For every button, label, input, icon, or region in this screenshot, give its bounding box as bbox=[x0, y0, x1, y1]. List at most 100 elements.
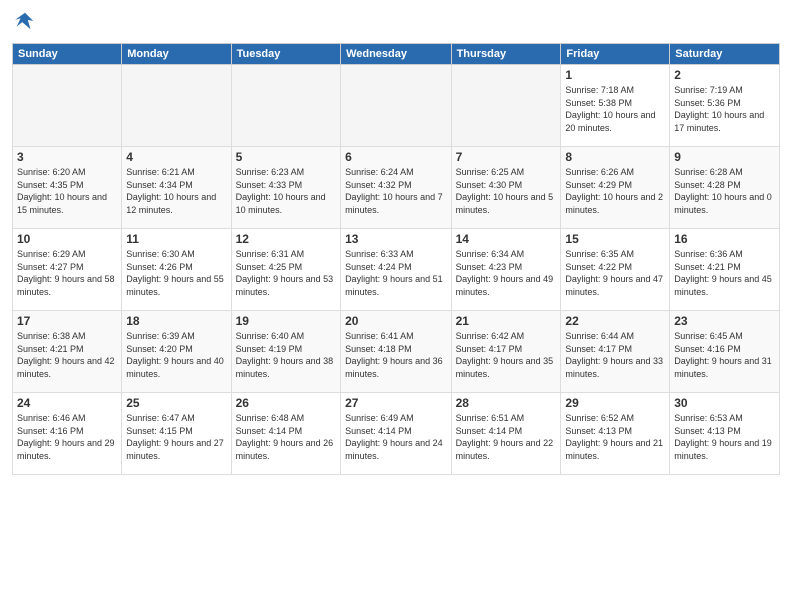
day-info: Sunrise: 6:29 AM Sunset: 4:27 PM Dayligh… bbox=[17, 248, 117, 298]
calendar-cell: 9 Sunrise: 6:28 AM Sunset: 4:28 PM Daylig… bbox=[670, 147, 780, 229]
day-info: Sunrise: 6:21 AM Sunset: 4:34 PM Dayligh… bbox=[126, 166, 226, 216]
calendar-cell: 6 Sunrise: 6:24 AM Sunset: 4:32 PM Daylig… bbox=[341, 147, 452, 229]
day-number: 15 bbox=[565, 232, 665, 246]
calendar-cell: 16 Sunrise: 6:36 AM Sunset: 4:21 PM Dayli… bbox=[670, 229, 780, 311]
day-number: 4 bbox=[126, 150, 226, 164]
calendar-cell: 4 Sunrise: 6:21 AM Sunset: 4:34 PM Daylig… bbox=[122, 147, 231, 229]
day-info: Sunrise: 6:52 AM Sunset: 4:13 PM Dayligh… bbox=[565, 412, 665, 462]
calendar-cell: 2 Sunrise: 7:19 AM Sunset: 5:36 PM Daylig… bbox=[670, 65, 780, 147]
day-number: 13 bbox=[345, 232, 447, 246]
weekday-header: Thursday bbox=[451, 44, 561, 65]
day-info: Sunrise: 6:42 AM Sunset: 4:17 PM Dayligh… bbox=[456, 330, 557, 380]
day-number: 3 bbox=[17, 150, 117, 164]
day-info: Sunrise: 6:26 AM Sunset: 4:29 PM Dayligh… bbox=[565, 166, 665, 216]
logo bbox=[12, 10, 36, 37]
calendar: SundayMondayTuesdayWednesdayThursdayFrid… bbox=[12, 43, 780, 475]
calendar-cell: 17 Sunrise: 6:38 AM Sunset: 4:21 PM Dayli… bbox=[13, 311, 122, 393]
day-number: 30 bbox=[674, 396, 775, 410]
calendar-cell: 11Sunrise: 6:30 AM Sunset: 4:26 PM Dayli… bbox=[122, 229, 231, 311]
day-info: Sunrise: 6:25 AM Sunset: 4:30 PM Dayligh… bbox=[456, 166, 557, 216]
day-number: 12 bbox=[236, 232, 336, 246]
day-info: Sunrise: 6:28 AM Sunset: 4:28 PM Dayligh… bbox=[674, 166, 775, 216]
calendar-cell: 10 Sunrise: 6:29 AM Sunset: 4:27 PM Dayli… bbox=[13, 229, 122, 311]
calendar-cell: 1 Sunrise: 7:18 AM Sunset: 5:38 PM Daylig… bbox=[561, 65, 670, 147]
calendar-cell: 7 Sunrise: 6:25 AM Sunset: 4:30 PM Daylig… bbox=[451, 147, 561, 229]
calendar-cell bbox=[122, 65, 231, 147]
day-info: Sunrise: 7:18 AM Sunset: 5:38 PM Dayligh… bbox=[565, 84, 665, 134]
calendar-cell: 26 Sunrise: 6:48 AM Sunset: 4:14 PM Dayli… bbox=[231, 393, 340, 475]
day-info: Sunrise: 6:34 AM Sunset: 4:23 PM Dayligh… bbox=[456, 248, 557, 298]
day-info: Sunrise: 6:53 AM Sunset: 4:13 PM Dayligh… bbox=[674, 412, 775, 462]
day-info: Sunrise: 6:38 AM Sunset: 4:21 PM Dayligh… bbox=[17, 330, 117, 380]
calendar-cell: 8 Sunrise: 6:26 AM Sunset: 4:29 PM Daylig… bbox=[561, 147, 670, 229]
day-number: 27 bbox=[345, 396, 447, 410]
calendar-week-row: 10 Sunrise: 6:29 AM Sunset: 4:27 PM Dayli… bbox=[13, 229, 780, 311]
day-info: Sunrise: 6:33 AM Sunset: 4:24 PM Dayligh… bbox=[345, 248, 447, 298]
logo-icon bbox=[14, 10, 36, 32]
day-number: 8 bbox=[565, 150, 665, 164]
calendar-cell: 13 Sunrise: 6:33 AM Sunset: 4:24 PM Dayli… bbox=[341, 229, 452, 311]
calendar-cell bbox=[341, 65, 452, 147]
calendar-cell: 3 Sunrise: 6:20 AM Sunset: 4:35 PM Daylig… bbox=[13, 147, 122, 229]
day-info: Sunrise: 6:35 AM Sunset: 4:22 PM Dayligh… bbox=[565, 248, 665, 298]
header bbox=[12, 10, 780, 37]
day-number: 5 bbox=[236, 150, 336, 164]
day-number: 11 bbox=[126, 232, 226, 246]
weekday-header: Wednesday bbox=[341, 44, 452, 65]
calendar-cell: 30 Sunrise: 6:53 AM Sunset: 4:13 PM Dayli… bbox=[670, 393, 780, 475]
day-number: 6 bbox=[345, 150, 447, 164]
day-number: 23 bbox=[674, 314, 775, 328]
calendar-cell bbox=[231, 65, 340, 147]
day-number: 20 bbox=[345, 314, 447, 328]
calendar-week-row: 24 Sunrise: 6:46 AM Sunset: 4:16 PM Dayli… bbox=[13, 393, 780, 475]
day-info: Sunrise: 6:48 AM Sunset: 4:14 PM Dayligh… bbox=[236, 412, 336, 462]
calendar-week-row: 1 Sunrise: 7:18 AM Sunset: 5:38 PM Daylig… bbox=[13, 65, 780, 147]
calendar-cell: 21Sunrise: 6:42 AM Sunset: 4:17 PM Dayli… bbox=[451, 311, 561, 393]
day-info: Sunrise: 6:51 AM Sunset: 4:14 PM Dayligh… bbox=[456, 412, 557, 462]
day-number: 17 bbox=[17, 314, 117, 328]
calendar-cell bbox=[451, 65, 561, 147]
calendar-cell: 5Sunrise: 6:23 AM Sunset: 4:33 PM Daylig… bbox=[231, 147, 340, 229]
day-number: 25 bbox=[126, 396, 226, 410]
day-info: Sunrise: 6:39 AM Sunset: 4:20 PM Dayligh… bbox=[126, 330, 226, 380]
day-info: Sunrise: 6:45 AM Sunset: 4:16 PM Dayligh… bbox=[674, 330, 775, 380]
calendar-week-row: 17 Sunrise: 6:38 AM Sunset: 4:21 PM Dayli… bbox=[13, 311, 780, 393]
weekday-header: Friday bbox=[561, 44, 670, 65]
day-number: 7 bbox=[456, 150, 557, 164]
calendar-cell: 12 Sunrise: 6:31 AM Sunset: 4:25 PM Dayli… bbox=[231, 229, 340, 311]
calendar-cell: 24 Sunrise: 6:46 AM Sunset: 4:16 PM Dayli… bbox=[13, 393, 122, 475]
calendar-cell: 29Sunrise: 6:52 AM Sunset: 4:13 PM Dayli… bbox=[561, 393, 670, 475]
calendar-cell bbox=[13, 65, 122, 147]
calendar-cell: 25 Sunrise: 6:47 AM Sunset: 4:15 PM Dayli… bbox=[122, 393, 231, 475]
day-info: Sunrise: 6:20 AM Sunset: 4:35 PM Dayligh… bbox=[17, 166, 117, 216]
day-number: 28 bbox=[456, 396, 557, 410]
calendar-week-row: 3 Sunrise: 6:20 AM Sunset: 4:35 PM Daylig… bbox=[13, 147, 780, 229]
calendar-cell: 22 Sunrise: 6:44 AM Sunset: 4:17 PM Dayli… bbox=[561, 311, 670, 393]
day-info: Sunrise: 6:44 AM Sunset: 4:17 PM Dayligh… bbox=[565, 330, 665, 380]
day-info: Sunrise: 6:36 AM Sunset: 4:21 PM Dayligh… bbox=[674, 248, 775, 298]
calendar-cell: 14 Sunrise: 6:34 AM Sunset: 4:23 PM Dayli… bbox=[451, 229, 561, 311]
day-info: Sunrise: 6:46 AM Sunset: 4:16 PM Dayligh… bbox=[17, 412, 117, 462]
day-number: 26 bbox=[236, 396, 336, 410]
day-number: 19 bbox=[236, 314, 336, 328]
day-number: 9 bbox=[674, 150, 775, 164]
day-info: Sunrise: 6:24 AM Sunset: 4:32 PM Dayligh… bbox=[345, 166, 447, 216]
calendar-cell: 18Sunrise: 6:39 AM Sunset: 4:20 PM Dayli… bbox=[122, 311, 231, 393]
day-number: 24 bbox=[17, 396, 117, 410]
day-number: 14 bbox=[456, 232, 557, 246]
day-number: 22 bbox=[565, 314, 665, 328]
calendar-cell: 23 Sunrise: 6:45 AM Sunset: 4:16 PM Dayli… bbox=[670, 311, 780, 393]
calendar-header-row: SundayMondayTuesdayWednesdayThursdayFrid… bbox=[13, 44, 780, 65]
day-info: Sunrise: 6:47 AM Sunset: 4:15 PM Dayligh… bbox=[126, 412, 226, 462]
day-number: 10 bbox=[17, 232, 117, 246]
calendar-cell: 20Sunrise: 6:41 AM Sunset: 4:18 PM Dayli… bbox=[341, 311, 452, 393]
calendar-cell: 15 Sunrise: 6:35 AM Sunset: 4:22 PM Dayli… bbox=[561, 229, 670, 311]
day-info: Sunrise: 6:31 AM Sunset: 4:25 PM Dayligh… bbox=[236, 248, 336, 298]
day-info: Sunrise: 6:49 AM Sunset: 4:14 PM Dayligh… bbox=[345, 412, 447, 462]
calendar-cell: 28 Sunrise: 6:51 AM Sunset: 4:14 PM Dayli… bbox=[451, 393, 561, 475]
day-number: 16 bbox=[674, 232, 775, 246]
day-number: 2 bbox=[674, 68, 775, 82]
day-info: Sunrise: 7:19 AM Sunset: 5:36 PM Dayligh… bbox=[674, 84, 775, 134]
weekday-header: Saturday bbox=[670, 44, 780, 65]
day-number: 1 bbox=[565, 68, 665, 82]
